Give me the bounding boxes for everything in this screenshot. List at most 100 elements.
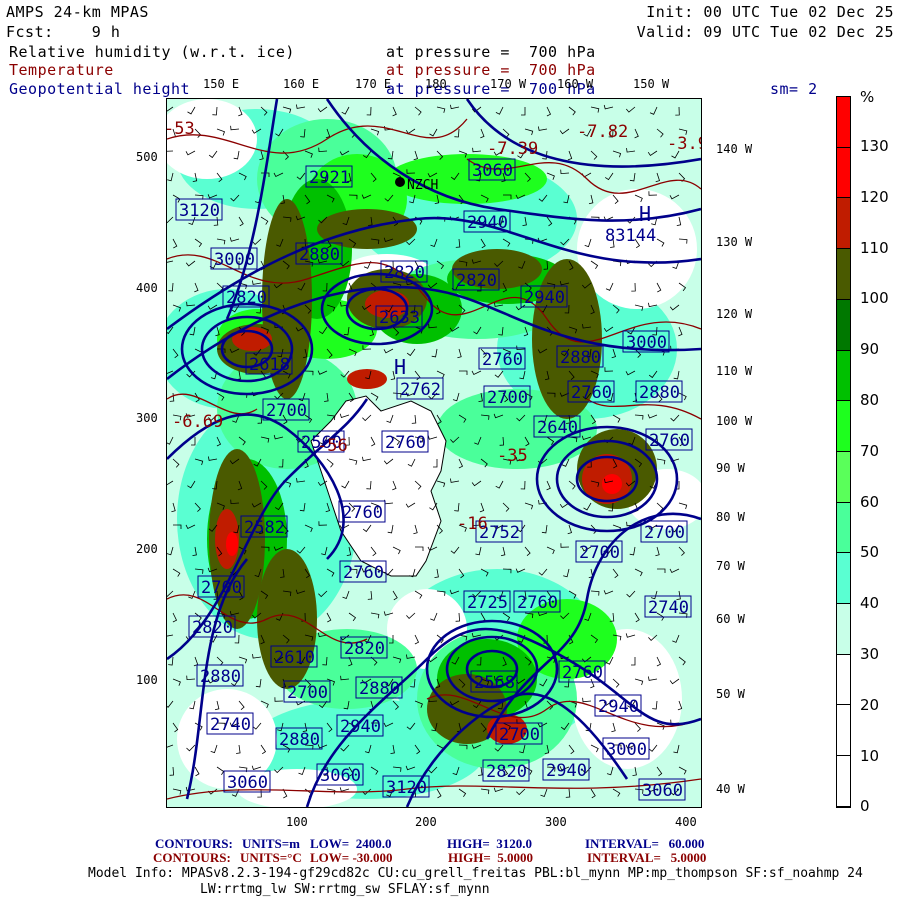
lon-label-right: 40 W bbox=[716, 782, 745, 796]
colorbar-label: 130 bbox=[860, 137, 889, 155]
height-label: 3000 bbox=[606, 740, 647, 760]
height-label: 2760 bbox=[482, 350, 523, 370]
rh-area bbox=[226, 532, 238, 556]
field-height-name: Geopotential height bbox=[9, 80, 191, 98]
temperature-label: -6.69 bbox=[172, 412, 223, 432]
colorbar-bin bbox=[837, 249, 850, 300]
smoothing-label: sm= 2 bbox=[770, 80, 818, 98]
colorbar-bin bbox=[837, 502, 850, 554]
temperature-label: -3.9 bbox=[667, 134, 701, 154]
temp-contour-low: LOW= -30.000 bbox=[310, 850, 393, 865]
temp-contour-label: CONTOURS: bbox=[153, 850, 231, 865]
high-pressure-marker: H bbox=[639, 202, 651, 226]
lon-label-right: 120 W bbox=[716, 307, 753, 321]
lon-label-right: 70 W bbox=[716, 559, 745, 573]
height-label: 2618 bbox=[249, 355, 290, 375]
height-label: 2640 bbox=[537, 418, 578, 438]
height-label: 2568 bbox=[474, 673, 515, 693]
height-label: 2820 bbox=[226, 288, 267, 308]
colorbar-unit: % bbox=[860, 88, 875, 106]
rh-area bbox=[347, 369, 387, 389]
height-label: 2880 bbox=[359, 679, 400, 699]
forecast-hour: Fcst: 9 h bbox=[6, 23, 121, 41]
lon-label-top: 160 E bbox=[283, 77, 320, 91]
height-label: 2760 bbox=[517, 593, 558, 613]
height-label: 2760 bbox=[343, 563, 384, 583]
colorbar-label: 70 bbox=[860, 441, 880, 460]
temperature-label: -56 bbox=[317, 436, 348, 456]
lon-label-right: 130 W bbox=[716, 235, 753, 249]
colorbar-bin bbox=[837, 350, 850, 402]
lon-label-right: 60 W bbox=[716, 612, 745, 626]
y-tick-label: 500 bbox=[136, 150, 158, 164]
temp-contour-high: HIGH= 5.0000 bbox=[448, 850, 534, 865]
y-tick-label: 300 bbox=[136, 411, 158, 425]
height-label: 3120 bbox=[179, 201, 220, 221]
lon-label-top: 150 E bbox=[203, 77, 240, 91]
lon-label-right: 140 W bbox=[716, 142, 753, 156]
height-label: 3000 bbox=[626, 333, 667, 353]
height-label: 2700 bbox=[201, 578, 242, 598]
height-label: 2820 bbox=[192, 618, 233, 638]
temperature-label: -16 bbox=[457, 514, 488, 534]
height-label: 2740 bbox=[648, 598, 689, 618]
height-label: 3000 bbox=[214, 250, 255, 270]
colorbar bbox=[836, 96, 851, 808]
lon-label-right: 80 W bbox=[716, 510, 745, 524]
height-label: 2700 bbox=[487, 388, 528, 408]
lon-label-right: 50 W bbox=[716, 687, 745, 701]
colorbar-label: 120 bbox=[860, 187, 889, 206]
colorbar-label: 20 bbox=[860, 695, 880, 714]
colorbar-label: 40 bbox=[860, 594, 880, 613]
colorbar-bin bbox=[837, 451, 850, 503]
height-label: 2880 bbox=[200, 667, 241, 687]
init-time: Init: 00 UTC Tue 02 Dec 25 bbox=[646, 3, 894, 21]
height-label: 2762 bbox=[400, 380, 441, 400]
height-label: 2820 bbox=[456, 271, 497, 291]
height-label: 2760 bbox=[571, 383, 612, 403]
colorbar-bin bbox=[837, 299, 850, 351]
height-label: 2700 bbox=[644, 523, 685, 543]
colorbar-bin bbox=[837, 97, 850, 148]
height-label: 3060 bbox=[642, 781, 683, 801]
height-label: 2820 bbox=[344, 639, 385, 659]
colorbar-bin bbox=[837, 198, 850, 250]
weather-map: NZCH 3060 2940 2921 3120 3000 2880 2820 2820 294… bbox=[157, 98, 708, 809]
x-tick-label: 100 bbox=[286, 815, 308, 829]
colorbar-label: 10 bbox=[860, 746, 880, 765]
colorbar-label: 100 bbox=[860, 289, 889, 308]
height-label: 2880 bbox=[560, 348, 601, 368]
field-rh-name: Relative humidity (w.r.t. ice) bbox=[9, 43, 295, 61]
colorbar-bin bbox=[837, 705, 850, 757]
temp-contour-units: UNITS=°C bbox=[240, 850, 302, 865]
rh-area bbox=[602, 474, 622, 494]
lon-label-top: 180 bbox=[425, 77, 447, 91]
height-label: 2700 bbox=[499, 725, 540, 745]
model-info-physics: LW:rrtmg_lw SW:rrtmg_sw SFLAY:sf_mynn bbox=[200, 882, 490, 897]
height-label: 2880 bbox=[639, 383, 680, 403]
lon-label-top: 170 E bbox=[355, 77, 392, 91]
y-tick-label: 200 bbox=[136, 542, 158, 556]
x-tick-label: 400 bbox=[675, 815, 697, 829]
model-title: AMPS 24-km MPAS bbox=[6, 3, 149, 21]
valid-time: Valid: 09 UTC Tue 02 Dec 25 bbox=[636, 23, 894, 41]
colorbar-label: 0 bbox=[860, 797, 870, 816]
colorbar-label: 50 bbox=[860, 543, 880, 562]
height-label: 2760 bbox=[342, 503, 383, 523]
height-label: 2700 bbox=[266, 401, 307, 421]
lon-label-right: 110 W bbox=[716, 364, 753, 378]
colorbar-bin bbox=[837, 401, 850, 452]
height-label: 2940 bbox=[340, 717, 381, 737]
temperature-label: -35 bbox=[497, 446, 528, 466]
temperature-label: -7.82 bbox=[577, 122, 628, 142]
height-label: 2940 bbox=[524, 288, 565, 308]
y-tick-label: 100 bbox=[136, 673, 158, 687]
lon-label-right: 90 W bbox=[716, 461, 745, 475]
colorbar-bin bbox=[837, 147, 850, 199]
colorbar-label: 80 bbox=[860, 391, 880, 409]
map-canvas: NZCH 3060 2940 2921 3120 3000 2880 2820 2820 294… bbox=[157, 98, 708, 809]
colorbar-bin bbox=[837, 756, 850, 807]
colorbar-label: 90 bbox=[860, 340, 880, 359]
height-label: 3120 bbox=[386, 778, 427, 798]
height-label: 2921 bbox=[309, 168, 350, 188]
